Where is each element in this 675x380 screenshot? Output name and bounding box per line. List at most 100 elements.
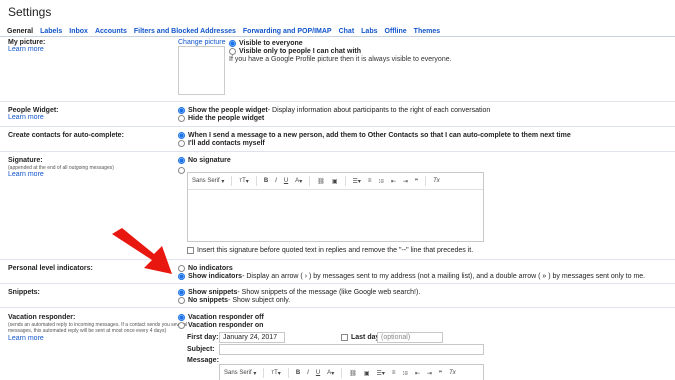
option-label: Vacation responder off [188,314,264,321]
quote-icon[interactable]: ❞ [415,178,418,185]
signature-placement-checkbox[interactable]: Insert this signature before quoted text… [187,247,473,254]
bulleted-list-icon[interactable]: ⁝≡ [378,178,383,185]
radio-icon[interactable] [178,167,185,174]
text-color-icon[interactable]: A ▾ [295,178,302,185]
vacation-label: Vacation responder: [8,314,76,321]
align-icon[interactable]: ☰▾ [353,178,361,185]
radio-selected-icon[interactable] [178,107,185,114]
underline-icon[interactable]: U [284,178,288,184]
option-description: - Display information about participants… [267,107,491,114]
signature-editor[interactable]: Sans Serif ▾ тT ▾ B I U A ▾ ⛓ ▣ ☰▾ ≡ ⁝≡ ⇤ … [187,172,484,242]
vacation-learn-more[interactable]: Learn more [8,335,44,342]
picture-note: If you have a Google Profile picture the… [229,56,452,63]
option-label: No indicators [188,265,233,272]
profile-picture[interactable] [178,46,225,95]
radio-icon[interactable] [178,322,185,329]
quote-icon[interactable]: ❞ [439,370,442,377]
font-select[interactable]: Sans Serif ▾ [224,370,256,377]
font-size-icon[interactable]: тT ▾ [239,178,248,185]
no-indicators[interactable]: No indicators [178,265,233,272]
font-select[interactable]: Sans Serif ▾ [192,178,224,185]
change-picture-link[interactable]: Change picture [178,39,225,46]
indent-more-icon[interactable]: ⇥ [427,370,432,377]
tab-themes[interactable]: Themes [414,28,440,35]
toolbar-separator [263,368,265,378]
checkbox-icon[interactable] [341,334,348,341]
show-indicators[interactable]: Show indicators - Display an arrow ( › )… [178,273,645,280]
first-day-input[interactable]: January 24, 2017 [219,332,285,343]
vacation-sub-2: messages, this automated reply will be s… [8,328,167,334]
numbered-list-icon[interactable]: ≡ [368,178,372,184]
toolbar-separator [425,176,427,186]
radio-selected-icon[interactable] [178,314,185,321]
italic-icon[interactable]: I [275,178,277,184]
image-icon[interactable]: ▣ [364,370,370,377]
italic-icon[interactable]: I [307,370,309,376]
radio-icon[interactable] [229,48,236,55]
my-picture-row: My picture: Learn more [0,37,675,102]
toolbar-separator [287,368,289,378]
last-day-input[interactable]: (optional) [377,332,443,343]
radio-selected-icon[interactable] [178,157,185,164]
vacation-message-editor[interactable]: Sans Serif ▾ тT ▾ B I U A ▾ ⛓ ▣ ☰▾ ≡ ⁝≡ ⇤ … [219,364,484,380]
subject-input[interactable] [219,344,484,355]
bulleted-list-icon[interactable]: ⁝≡ [402,370,407,377]
my-picture-learn-more[interactable]: Learn more [8,46,44,53]
radio-selected-icon[interactable] [229,40,236,47]
hide-people-widget[interactable]: Hide the people widget [178,115,264,122]
image-icon[interactable]: ▣ [332,178,338,185]
text-color-icon[interactable]: A ▾ [327,370,334,377]
picture-visible-everyone[interactable]: Visible to everyone [229,40,303,47]
people-widget-row: People Widget: Learn more [0,102,675,127]
no-signature[interactable]: No signature [178,157,231,164]
radio-selected-icon[interactable] [178,132,185,139]
auto-add-contacts[interactable]: When I send a message to a new person, a… [178,132,571,139]
option-label: I'll add contacts myself [188,140,265,147]
indent-more-icon[interactable]: ⇥ [403,178,408,185]
picture-visible-chat-only[interactable]: Visible only to people I can chat with [229,48,361,55]
first-day-label: First day: [187,334,219,341]
tab-inbox[interactable]: Inbox [69,28,88,35]
people-widget-learn-more[interactable]: Learn more [8,114,44,121]
tab-general[interactable]: General [7,28,33,35]
radio-icon[interactable] [178,297,185,304]
link-icon[interactable]: ⛓ [349,370,357,377]
option-description: - Show subject only. [228,297,291,304]
underline-icon[interactable]: U [316,370,320,376]
font-size-icon[interactable]: тT ▾ [271,370,280,377]
tab-labs[interactable]: Labs [361,28,377,35]
remove-formatting-icon[interactable]: Tx [433,178,440,184]
manual-contacts[interactable]: I'll add contacts myself [178,140,265,147]
link-icon[interactable]: ⛓ [317,178,325,185]
vacation-off[interactable]: Vacation responder off [178,314,264,321]
no-snippets[interactable]: No snippets - Show subject only. [178,297,290,304]
tab-accounts[interactable]: Accounts [95,28,127,35]
bold-icon[interactable]: B [264,178,268,184]
radio-icon[interactable] [178,140,185,147]
tab-filters[interactable]: Filters and Blocked Addresses [134,28,236,35]
radio-icon[interactable] [178,115,185,122]
text-color-glyph: A [295,178,300,184]
show-people-widget[interactable]: Show the people widget - Display informa… [178,107,490,114]
tab-chat[interactable]: Chat [339,28,355,35]
signature-learn-more[interactable]: Learn more [8,171,44,178]
indent-less-icon[interactable]: ⇤ [415,370,420,377]
tab-labels[interactable]: Labels [40,28,62,35]
tab-forwarding[interactable]: Forwarding and POP/IMAP [243,28,332,35]
option-label: Show snippets [188,289,238,296]
checkbox-label: Insert this signature before quoted text… [197,247,474,254]
last-day-checkbox[interactable]: Last day: [341,334,382,341]
numbered-list-icon[interactable]: ≡ [392,370,396,376]
bold-icon[interactable]: B [296,370,300,376]
align-icon[interactable]: ☰▾ [377,370,385,377]
show-snippets[interactable]: Show snippets - Show snippets of the mes… [178,289,420,296]
option-label: Hide the people widget [188,115,265,122]
font-size-glyph: тT [239,178,246,184]
indent-less-icon[interactable]: ⇤ [391,178,396,185]
vacation-on[interactable]: Vacation responder on [178,322,263,329]
checkbox-icon[interactable] [187,247,194,254]
tab-offline[interactable]: Offline [385,28,407,35]
remove-formatting-icon[interactable]: Tx [449,370,456,376]
settings-tabs: General Labels Inbox Accounts Filters an… [7,28,447,35]
radio-selected-icon[interactable] [178,289,185,296]
